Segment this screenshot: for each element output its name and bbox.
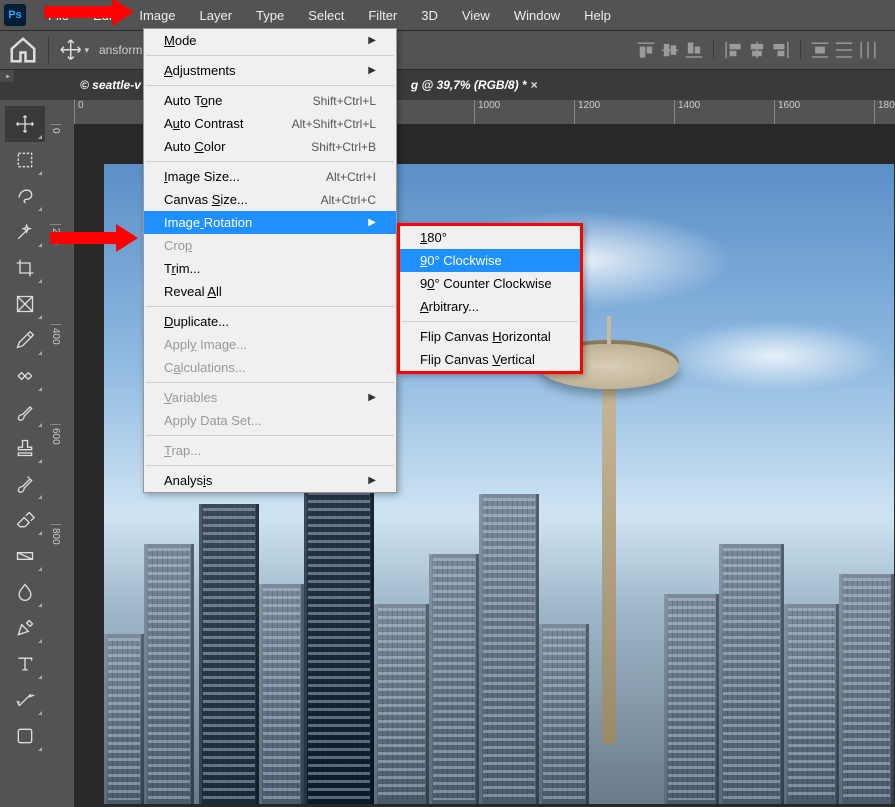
menuitem-auto-color[interactable]: Auto ColorShift+Ctrl+B xyxy=(144,135,396,158)
toolbox xyxy=(0,100,50,754)
blur-tool-icon[interactable] xyxy=(5,574,45,610)
eraser-tool-icon[interactable] xyxy=(5,502,45,538)
align-left-icon[interactable] xyxy=(722,39,744,61)
align-bottom-icon[interactable] xyxy=(683,39,705,61)
eyedrop-tool-icon[interactable] xyxy=(5,322,45,358)
menu-help[interactable]: Help xyxy=(572,2,623,29)
history-tool-icon[interactable] xyxy=(5,466,45,502)
menu-bar: Ps FileEditImageLayerTypeSelectFilter3DV… xyxy=(0,0,895,30)
wand-tool-icon[interactable] xyxy=(5,214,45,250)
distribute-3-icon[interactable] xyxy=(857,39,879,61)
move-tool-indicator-icon[interactable]: ▾ xyxy=(59,36,89,64)
document-tab-info: g @ 39,7% (RGB/8) *× xyxy=(411,78,538,92)
menuitem-trap: Trap... xyxy=(144,439,396,462)
menuitem-crop: Crop xyxy=(144,234,396,257)
submenu-arrow-icon: ▶ xyxy=(368,65,376,76)
align-buttons-group xyxy=(635,39,879,61)
menu-3d[interactable]: 3D xyxy=(409,2,450,29)
align-top-icon[interactable] xyxy=(635,39,657,61)
submenuitem-flip-canvas-horizontal[interactable]: Flip Canvas Horizontal xyxy=(400,325,580,348)
home-icon[interactable] xyxy=(8,36,38,64)
submenuitem-arbitrary[interactable]: Arbitrary... xyxy=(400,295,580,318)
close-tab-icon[interactable]: × xyxy=(531,78,538,92)
app-logo: Ps xyxy=(4,4,26,26)
image-rotation-submenu: 180°90° Clockwise90° Counter ClockwiseAr… xyxy=(397,223,583,374)
submenuitem-90-clockwise[interactable]: 90° Clockwise xyxy=(400,249,580,272)
menuitem-auto-contrast[interactable]: Auto ContrastAlt+Shift+Ctrl+L xyxy=(144,112,396,135)
menu-filter[interactable]: Filter xyxy=(356,2,409,29)
distribute-h-icon[interactable] xyxy=(809,39,831,61)
image-menu-dropdown: Mode▶Adjustments▶Auto ToneShift+Ctrl+LAu… xyxy=(143,28,397,493)
panel-expand-icon[interactable] xyxy=(0,70,14,82)
path-tool-icon[interactable] xyxy=(5,682,45,718)
menuitem-image-size[interactable]: Image Size...Alt+Ctrl+I xyxy=(144,165,396,188)
heal-tool-icon[interactable] xyxy=(5,358,45,394)
crop-tool-icon[interactable] xyxy=(5,250,45,286)
menu-layer[interactable]: Layer xyxy=(188,2,245,29)
menuitem-apply-data-set: Apply Data Set... xyxy=(144,409,396,432)
menuitem-analysis[interactable]: Analysis▶ xyxy=(144,469,396,492)
submenu-arrow-icon: ▶ xyxy=(368,475,376,486)
align-right-icon[interactable] xyxy=(770,39,792,61)
menuitem-mode[interactable]: Mode▶ xyxy=(144,29,396,52)
menu-view[interactable]: View xyxy=(450,2,502,29)
type-tool-icon[interactable] xyxy=(5,646,45,682)
lasso-tool-icon[interactable] xyxy=(5,178,45,214)
stamp-tool-icon[interactable] xyxy=(5,430,45,466)
menu-type[interactable]: Type xyxy=(244,2,296,29)
menu-image[interactable]: Image xyxy=(127,2,187,29)
submenu-arrow-icon: ▶ xyxy=(368,392,376,403)
menuitem-auto-tone[interactable]: Auto ToneShift+Ctrl+L xyxy=(144,89,396,112)
pen-tool-icon[interactable] xyxy=(5,610,45,646)
move-tool-icon[interactable] xyxy=(5,106,45,142)
menuitem-image-rotation[interactable]: Image Rotation▶ xyxy=(144,211,396,234)
submenu-arrow-icon: ▶ xyxy=(368,35,376,46)
vertical-ruler[interactable]: 0200400600800 xyxy=(50,124,74,807)
menuitem-calculations: Calculations... xyxy=(144,356,396,379)
marquee-tool-icon[interactable] xyxy=(5,142,45,178)
align-hcenter-icon[interactable] xyxy=(746,39,768,61)
gradient-tool-icon[interactable] xyxy=(5,538,45,574)
menuitem-reveal-all[interactable]: Reveal All xyxy=(144,280,396,303)
menuitem-apply-image: Apply Image... xyxy=(144,333,396,356)
distribute-v-icon[interactable] xyxy=(833,39,855,61)
menuitem-adjustments[interactable]: Adjustments▶ xyxy=(144,59,396,82)
menu-window[interactable]: Window xyxy=(502,2,572,29)
document-tab-bar: © seattle-v g @ 39,7% (RGB/8) *× xyxy=(0,70,895,100)
submenuitem-flip-canvas-vertical[interactable]: Flip Canvas Vertical xyxy=(400,348,580,371)
shape-tool-icon[interactable] xyxy=(5,718,45,754)
submenu-arrow-icon: ▶ xyxy=(368,217,376,228)
brush-tool-icon[interactable] xyxy=(5,394,45,430)
menuitem-variables: Variables▶ xyxy=(144,386,396,409)
menuitem-canvas-size[interactable]: Canvas Size...Alt+Ctrl+C xyxy=(144,188,396,211)
menuitem-duplicate[interactable]: Duplicate... xyxy=(144,310,396,333)
ruler-origin[interactable] xyxy=(50,100,74,124)
menuitem-trim[interactable]: Trim... xyxy=(144,257,396,280)
menu-select[interactable]: Select xyxy=(296,2,356,29)
options-bar: ▾ ansform Controls xyxy=(0,30,895,70)
submenuitem-90-counter-clockwise[interactable]: 90° Counter Clockwise xyxy=(400,272,580,295)
align-vcenter-icon[interactable] xyxy=(659,39,681,61)
frame-tool-icon[interactable] xyxy=(5,286,45,322)
submenuitem-180[interactable]: 180° xyxy=(400,226,580,249)
document-tab[interactable]: © seattle-v xyxy=(70,78,151,92)
